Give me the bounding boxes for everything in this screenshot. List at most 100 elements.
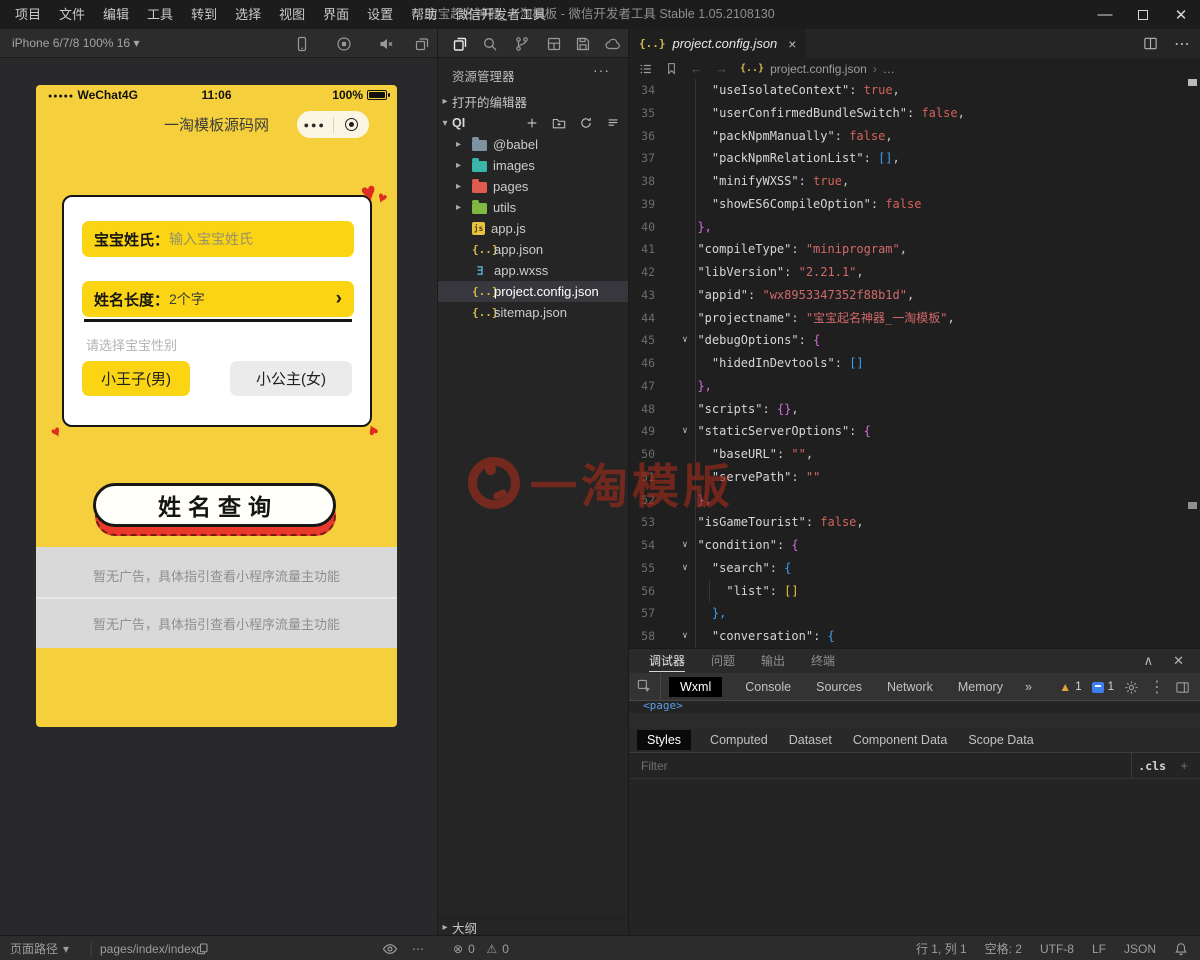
message-icon[interactable] — [1091, 681, 1104, 693]
problems-indicator[interactable]: ⊗ 0 ⚠ 0 — [453, 936, 509, 960]
more-menu-icon[interactable]: ●●● — [297, 120, 333, 130]
new-folder-icon[interactable] — [552, 116, 566, 130]
outline-list-icon[interactable] — [639, 62, 653, 76]
dock-side-icon[interactable] — [1175, 680, 1190, 695]
split-editor-icon[interactable] — [1143, 36, 1158, 51]
menu-item-设置[interactable]: 设置 — [358, 0, 402, 29]
inspector-tab-computed[interactable]: Computed — [708, 730, 770, 750]
tree-item-@babel[interactable]: ▸ @babel — [438, 134, 628, 155]
explorer-more-icon[interactable]: ··· — [593, 62, 610, 78]
page-node[interactable]: <page> — [643, 701, 1200, 712]
inspector-tab-dataset[interactable]: Dataset — [787, 730, 834, 750]
close-button[interactable]: ✕ — [1162, 0, 1200, 29]
menu-item-微信开发者工具[interactable]: 微信开发者工具 — [446, 0, 555, 29]
more-actions-icon[interactable]: ⋯ — [1174, 34, 1190, 54]
indent-setting[interactable]: 空格: 2 — [985, 940, 1022, 957]
inspect-element-icon[interactable] — [629, 672, 661, 701]
tree-item-images[interactable]: ▸ images — [438, 155, 628, 176]
notifications-bell-icon[interactable] — [1174, 942, 1188, 956]
panel-tab-输出[interactable]: 输出 — [761, 649, 785, 673]
compile-icon[interactable] — [336, 36, 352, 52]
mute-icon[interactable] — [378, 36, 394, 52]
minimize-button[interactable]: — — [1086, 0, 1124, 29]
capsule-menu[interactable]: ●●● — [297, 111, 369, 138]
page-path-selector[interactable]: 页面路径 ▾ — [10, 936, 69, 960]
device-selector[interactable]: iPhone 6/7/8 100% 16 ▾ — [12, 29, 139, 58]
inspector-tab-scope-data[interactable]: Scope Data — [966, 730, 1035, 750]
panel-tab-问题[interactable]: 问题 — [711, 649, 735, 673]
toggle-class-button[interactable]: .cls — [1138, 759, 1166, 773]
menu-item-工具[interactable]: 工具 — [138, 0, 182, 29]
menu-item-文件[interactable]: 文件 — [50, 0, 94, 29]
encoding-setting[interactable]: UTF-8 — [1040, 942, 1074, 956]
devtools-tab-wxml[interactable]: Wxml — [669, 676, 723, 697]
kebab-menu-icon[interactable]: ⋮ — [1149, 677, 1165, 697]
tree-item-app.json[interactable]: {..} app.json — [438, 239, 628, 260]
save-icon[interactable] — [575, 36, 591, 52]
forward-icon[interactable]: → — [715, 61, 728, 76]
more-tabs-icon[interactable]: » — [1023, 677, 1034, 697]
project-root-section[interactable]: ▾ QI — [438, 112, 628, 134]
tree-item-sitemap.json[interactable]: {..} sitemap.json — [438, 302, 628, 323]
menu-item-项目[interactable]: 项目 — [6, 0, 50, 29]
phone-icon[interactable] — [294, 36, 310, 52]
close-tab-icon[interactable]: × — [788, 36, 796, 52]
statusbar-more-icon[interactable]: ⋯ — [412, 936, 424, 960]
devtools-tab-network[interactable]: Network — [885, 677, 935, 697]
bookmark-icon[interactable] — [665, 62, 678, 75]
tree-item-pages[interactable]: ▸ pages — [438, 176, 628, 197]
devtools-tab-console[interactable]: Console — [743, 677, 793, 697]
filter-input[interactable]: Filter — [641, 759, 668, 773]
menu-item-转到[interactable]: 转到 — [182, 0, 226, 29]
open-editors-section[interactable]: ▸ 打开的编辑器 — [438, 90, 628, 112]
panel-splitter[interactable] — [629, 713, 1200, 727]
menu-item-帮助[interactable]: 帮助 — [402, 0, 446, 29]
menu-item-选择[interactable]: 选择 — [226, 0, 270, 29]
refresh-icon[interactable] — [579, 116, 593, 130]
menu-item-视图[interactable]: 视图 — [270, 0, 314, 29]
collapse-all-icon[interactable] — [606, 116, 620, 130]
maximize-button[interactable] — [1124, 0, 1162, 29]
preview-eye-icon[interactable] — [382, 936, 398, 960]
inspector-tab-component-data[interactable]: Component Data — [851, 730, 950, 750]
scrollbar-mark[interactable] — [1188, 502, 1197, 509]
pages-panel-icon[interactable] — [452, 36, 468, 52]
panel-tab-终端[interactable]: 终端 — [811, 649, 835, 673]
collapse-panel-icon[interactable]: ∧ — [1144, 653, 1154, 669]
search-icon[interactable] — [482, 36, 498, 52]
layout-grid-icon[interactable] — [546, 36, 562, 52]
devtools-settings-icon[interactable] — [1124, 680, 1139, 695]
tree-item-utils[interactable]: ▸ utils — [438, 197, 628, 218]
exit-target-icon[interactable] — [334, 118, 370, 131]
female-button[interactable]: 小公主(女) — [230, 361, 352, 396]
devtools-tab-memory[interactable]: Memory — [956, 677, 1005, 697]
devtools-tab-sources[interactable]: Sources — [814, 677, 864, 697]
scrollbar-mark[interactable] — [1188, 79, 1197, 86]
inspector-tab-styles[interactable]: Styles — [637, 729, 692, 750]
multi-window-icon[interactable] — [414, 36, 430, 52]
copy-path-icon[interactable] — [196, 936, 209, 960]
git-branch-icon[interactable] — [514, 36, 530, 52]
tree-item-app.wxss[interactable]: Ǝapp.wxss — [438, 260, 628, 281]
new-style-rule-button[interactable]: + — [1180, 758, 1188, 773]
tab-project-config-json[interactable]: {..} project.config.json × — [629, 29, 807, 58]
outline-section[interactable]: ▸ 大纲 — [438, 918, 628, 936]
eol-setting[interactable]: LF — [1092, 942, 1106, 956]
breadcrumb-more[interactable]: … — [883, 62, 895, 76]
close-panel-icon[interactable]: ✕ — [1173, 653, 1184, 669]
page-path-value[interactable]: pages/index/index — [100, 936, 197, 960]
cursor-position[interactable]: 行 1, 列 1 — [916, 940, 967, 957]
panel-tab-调试器[interactable]: 调试器 — [649, 649, 686, 673]
back-icon[interactable]: ← — [690, 61, 703, 76]
cloud-upload-icon[interactable] — [605, 36, 621, 52]
tree-item-app.js[interactable]: js app.js — [438, 218, 628, 239]
name-query-button[interactable]: 姓名查询 — [93, 483, 336, 527]
new-file-icon[interactable] — [525, 116, 539, 130]
language-mode[interactable]: JSON — [1124, 942, 1156, 956]
menu-item-界面[interactable]: 界面 — [314, 0, 358, 29]
breadcrumb-file[interactable]: project.config.json — [770, 62, 867, 76]
name-length-picker[interactable]: 姓名长度： 2个字 › — [82, 281, 354, 317]
tree-item-project.config.json[interactable]: {..} project.config.json — [438, 281, 628, 302]
menu-item-编辑[interactable]: 编辑 — [94, 0, 138, 29]
surname-input[interactable]: 宝宝姓氏： 输入宝宝姓氏 — [82, 221, 354, 257]
